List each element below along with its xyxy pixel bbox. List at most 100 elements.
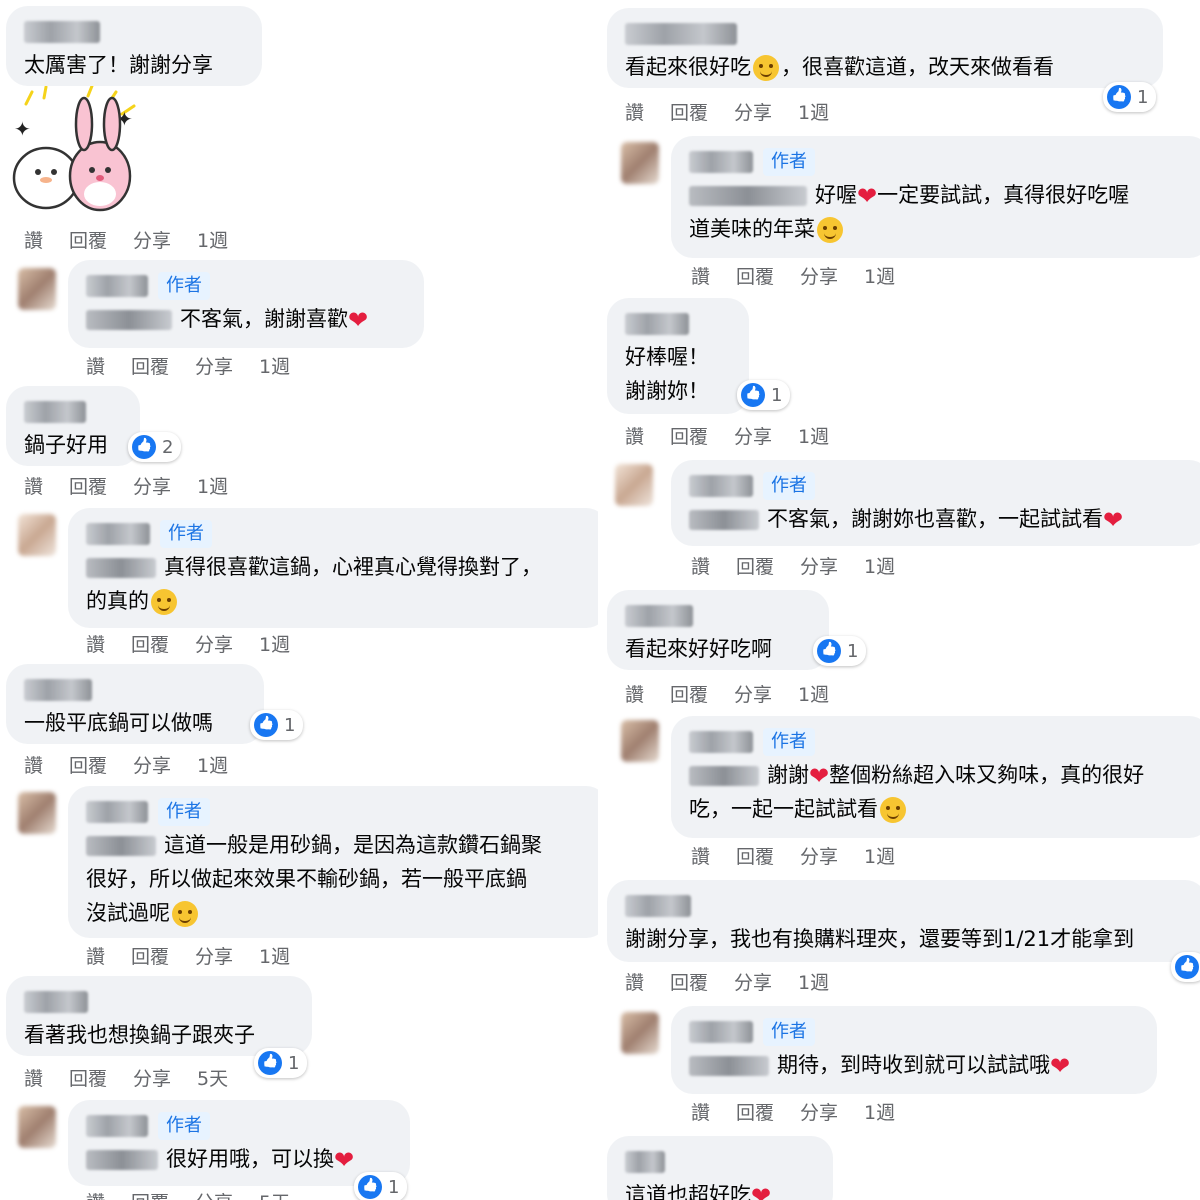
reaction-count[interactable]: 1	[813, 636, 867, 666]
reply-action[interactable]: 回覆	[131, 352, 169, 379]
blurred-mention[interactable]	[86, 1150, 158, 1170]
blurred-username[interactable]	[689, 1021, 753, 1043]
blurred-username[interactable]	[625, 605, 693, 627]
like-action[interactable]: 讚	[691, 1098, 710, 1125]
blurred-mention[interactable]	[86, 310, 172, 330]
like-action[interactable]: 讚	[24, 751, 43, 778]
avatar[interactable]	[621, 720, 659, 762]
share-action[interactable]: 分享	[734, 422, 772, 449]
comment-time[interactable]: 1週	[864, 842, 895, 869]
reply-action[interactable]: 回覆	[736, 842, 774, 869]
blurred-mention[interactable]	[689, 1056, 769, 1076]
blurred-mention[interactable]	[86, 558, 156, 578]
blurred-username[interactable]	[24, 991, 88, 1013]
avatar[interactable]	[615, 464, 653, 506]
reply-action[interactable]: 回覆	[131, 630, 169, 657]
blurred-username[interactable]	[86, 523, 150, 545]
like-action[interactable]: 讚	[86, 942, 105, 969]
share-action[interactable]: 分享	[195, 942, 233, 969]
blurred-mention[interactable]	[689, 186, 807, 206]
share-action[interactable]: 分享	[800, 1098, 838, 1125]
avatar[interactable]	[18, 792, 56, 834]
blurred-username[interactable]	[689, 475, 753, 497]
like-action[interactable]: 讚	[625, 680, 644, 707]
blurred-username[interactable]	[86, 275, 148, 297]
reaction-count[interactable]: 1	[250, 710, 304, 740]
comment-time[interactable]: 1週	[798, 968, 829, 995]
blurred-username[interactable]	[625, 1151, 665, 1173]
avatar[interactable]	[621, 1012, 659, 1054]
share-action[interactable]: 分享	[195, 630, 233, 657]
comment-time[interactable]: 1週	[864, 1098, 895, 1125]
reaction-count[interactable]: 1	[737, 380, 791, 410]
comment-time[interactable]: 1週	[864, 262, 895, 289]
like-action[interactable]: 讚	[86, 352, 105, 379]
blurred-username[interactable]	[689, 731, 753, 753]
reply-action[interactable]: 回覆	[69, 472, 107, 499]
avatar[interactable]	[621, 142, 659, 184]
share-action[interactable]: 分享	[800, 552, 838, 579]
comment-time[interactable]: 1週	[197, 226, 228, 253]
reply-action[interactable]: 回覆	[670, 968, 708, 995]
like-action[interactable]: 讚	[625, 422, 644, 449]
reaction-count[interactable]	[1171, 952, 1200, 982]
blurred-mention[interactable]	[689, 766, 759, 786]
share-action[interactable]: 分享	[800, 842, 838, 869]
avatar[interactable]	[18, 514, 56, 556]
share-action[interactable]: 分享	[800, 262, 838, 289]
blurred-mention[interactable]	[86, 836, 156, 856]
like-action[interactable]: 讚	[86, 630, 105, 657]
blurred-username[interactable]	[625, 313, 689, 335]
reply-action[interactable]: 回覆	[670, 680, 708, 707]
reply-action[interactable]: 回覆	[736, 262, 774, 289]
share-action[interactable]: 分享	[195, 352, 233, 379]
share-action[interactable]: 分享	[133, 472, 171, 499]
share-action[interactable]: 分享	[734, 680, 772, 707]
blurred-username[interactable]	[24, 679, 92, 701]
reaction-count[interactable]: 2	[128, 432, 182, 462]
share-action[interactable]: 分享	[734, 968, 772, 995]
avatar[interactable]	[18, 1106, 56, 1148]
blurred-username[interactable]	[86, 1115, 148, 1137]
comment-time[interactable]: 1週	[197, 751, 228, 778]
share-action[interactable]: 分享	[133, 226, 171, 253]
share-action[interactable]: 分享	[133, 751, 171, 778]
comment-time[interactable]: 5天	[259, 1188, 290, 1200]
reply-action[interactable]: 回覆	[670, 422, 708, 449]
comment-time[interactable]: 1週	[798, 680, 829, 707]
comment-time[interactable]: 1週	[798, 98, 829, 125]
reply-action[interactable]: 回覆	[736, 552, 774, 579]
blurred-username[interactable]	[625, 895, 691, 917]
like-action[interactable]: 讚	[691, 842, 710, 869]
comment-time[interactable]: 5天	[197, 1064, 228, 1091]
blurred-mention[interactable]	[689, 510, 759, 530]
reply-action[interactable]: 回覆	[670, 98, 708, 125]
reply-action[interactable]: 回覆	[69, 1064, 107, 1091]
blurred-username[interactable]	[625, 23, 737, 45]
like-action[interactable]: 讚	[24, 472, 43, 499]
share-action[interactable]: 分享	[734, 98, 772, 125]
reply-action[interactable]: 回覆	[736, 1098, 774, 1125]
comment-time[interactable]: 1週	[197, 472, 228, 499]
reply-action[interactable]: 回覆	[131, 1188, 169, 1200]
blurred-username[interactable]	[689, 151, 753, 173]
like-action[interactable]: 讚	[625, 98, 644, 125]
reaction-count[interactable]: 1	[354, 1172, 408, 1200]
comment-time[interactable]: 1週	[259, 942, 290, 969]
comment-time[interactable]: 1週	[259, 352, 290, 379]
reply-action[interactable]: 回覆	[69, 751, 107, 778]
reply-action[interactable]: 回覆	[69, 226, 107, 253]
like-action[interactable]: 讚	[625, 968, 644, 995]
share-action[interactable]: 分享	[195, 1188, 233, 1200]
reaction-count[interactable]: 1	[254, 1048, 308, 1078]
share-action[interactable]: 分享	[133, 1064, 171, 1091]
like-action[interactable]: 讚	[691, 262, 710, 289]
blurred-username[interactable]	[86, 801, 148, 823]
like-action[interactable]: 讚	[691, 552, 710, 579]
like-action[interactable]: 讚	[86, 1188, 105, 1200]
comment-time[interactable]: 1週	[259, 630, 290, 657]
like-action[interactable]: 讚	[24, 226, 43, 253]
comment-time[interactable]: 1週	[798, 422, 829, 449]
blurred-username[interactable]	[24, 401, 86, 423]
avatar[interactable]	[18, 268, 56, 310]
